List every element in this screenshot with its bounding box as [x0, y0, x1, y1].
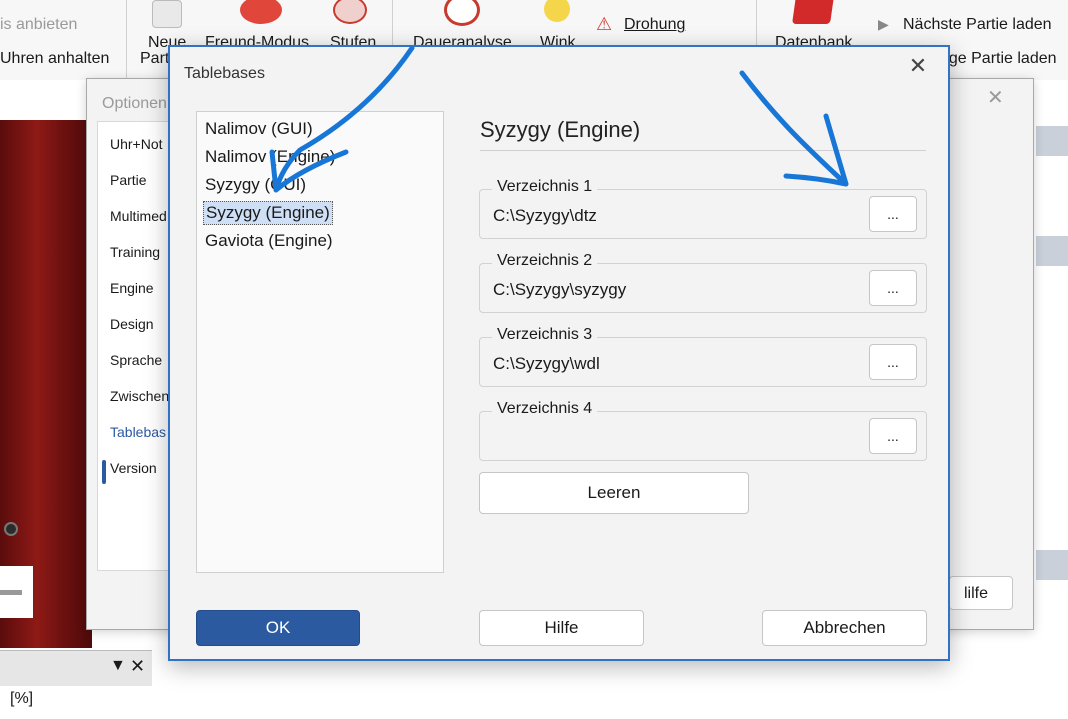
directory-group-3: Verzeichnis 3 C:\Syzygy\wdl ...: [479, 326, 927, 387]
browse-button[interactable]: ...: [869, 418, 917, 454]
database-icon[interactable]: [792, 0, 834, 24]
right-side-panel: [1032, 120, 1068, 580]
friend-mode-icon[interactable]: [240, 0, 282, 24]
close-icon[interactable]: ✕: [904, 53, 932, 81]
board-corner-panel: [0, 566, 33, 618]
browse-button[interactable]: ...: [869, 344, 917, 380]
percent-column-label: [%]: [10, 690, 34, 707]
threat-warning-icon: ⚠: [596, 14, 613, 34]
right-panel-header: [1036, 550, 1068, 580]
browse-button[interactable]: ...: [869, 196, 917, 232]
directory-label: Verzeichnis 4: [492, 400, 598, 418]
heading-divider: [480, 150, 926, 151]
list-item-nalimov-gui[interactable]: Nalimov (GUI): [203, 118, 315, 140]
options-nav-item[interactable]: Uhr+Not: [110, 136, 163, 152]
options-nav-item[interactable]: Zwischen: [110, 388, 168, 404]
directory-group-2: Verzeichnis 2 C:\Syzygy\syzygy ...: [479, 252, 927, 313]
ribbon-separator: [126, 0, 127, 80]
right-panel-header: [1036, 236, 1068, 266]
ribbon-next-game-label[interactable]: Nächste Partie laden: [903, 16, 1052, 34]
section-heading: Syzygy (Engine): [480, 117, 641, 142]
options-help-button[interactable]: lilfe: [949, 576, 1013, 610]
ribbon-stop-clocks-label[interactable]: Uhren anhalten: [0, 50, 109, 68]
options-nav-item[interactable]: Partie: [110, 172, 147, 188]
ribbon-previous-game-label[interactable]: rige Partie laden: [940, 50, 1057, 68]
options-close-icon[interactable]: ✕: [987, 85, 1004, 110]
panel-dropdown-icon[interactable]: ▼: [110, 657, 126, 675]
directory-label: Verzeichnis 1: [492, 178, 598, 196]
tablebases-dialog: Tablebases ✕ Nalimov (GUI) Nalimov (Engi…: [168, 45, 950, 661]
ribbon-threat-label[interactable]: Drohung: [624, 16, 685, 34]
directory-group-1: Verzeichnis 1 C:\Syzygy\dtz ...: [479, 178, 927, 239]
list-item-nalimov-engine[interactable]: Nalimov (Engine): [203, 146, 337, 168]
directory-group-4: Verzeichnis 4 ...: [479, 400, 927, 461]
directory-path: C:\Syzygy\wdl: [493, 354, 600, 373]
options-nav-item[interactable]: Sprache: [110, 352, 162, 368]
board-bolt-icon: [4, 522, 18, 536]
help-button[interactable]: Hilfe: [479, 610, 644, 646]
options-nav-item[interactable]: Engine: [110, 280, 154, 296]
browse-button[interactable]: ...: [869, 270, 917, 306]
list-item-syzygy-gui[interactable]: Syzygy (GUI): [203, 174, 308, 196]
directory-label: Verzeichnis 2: [492, 252, 598, 270]
options-nav-item[interactable]: Multimed: [110, 208, 167, 224]
options-nav-item-active[interactable]: Tablebas: [110, 424, 166, 440]
tablebase-type-list: Nalimov (GUI) Nalimov (Engine) Syzygy (G…: [196, 111, 444, 573]
ribbon-offer-draw-label[interactable]: is anbieten: [0, 16, 77, 34]
list-item-gaviota-engine[interactable]: Gaviota (Engine): [203, 230, 335, 252]
clear-button[interactable]: Leeren: [479, 472, 749, 514]
directory-path: C:\Syzygy\dtz: [493, 206, 597, 225]
directory-label: Verzeichnis 3: [492, 326, 598, 344]
options-nav-item[interactable]: Design: [110, 316, 154, 332]
analysis-magnifier-icon[interactable]: [444, 0, 480, 26]
cancel-button[interactable]: Abbrechen: [762, 610, 927, 646]
levels-icon[interactable]: [333, 0, 367, 24]
options-nav-item[interactable]: Version: [110, 460, 157, 476]
right-panel-header: [1036, 126, 1068, 156]
panel-close-icon[interactable]: ✕: [130, 656, 145, 677]
list-item-syzygy-engine[interactable]: Syzygy (Engine): [203, 201, 333, 225]
ok-button[interactable]: OK: [196, 610, 360, 646]
next-game-arrow-icon[interactable]: ▶: [878, 16, 889, 33]
active-nav-indicator: [102, 460, 106, 484]
options-nav-item[interactable]: Training: [110, 244, 160, 260]
hint-bulb-icon[interactable]: [544, 0, 570, 22]
new-game-icon[interactable]: [152, 0, 182, 28]
options-nav: Uhr+Not Partie Multimed Training Engine …: [97, 121, 169, 571]
dialog-title: Tablebases: [184, 65, 265, 82]
directory-path: C:\Syzygy\syzygy: [493, 280, 627, 299]
options-dialog-title: Optionen: [102, 95, 167, 112]
